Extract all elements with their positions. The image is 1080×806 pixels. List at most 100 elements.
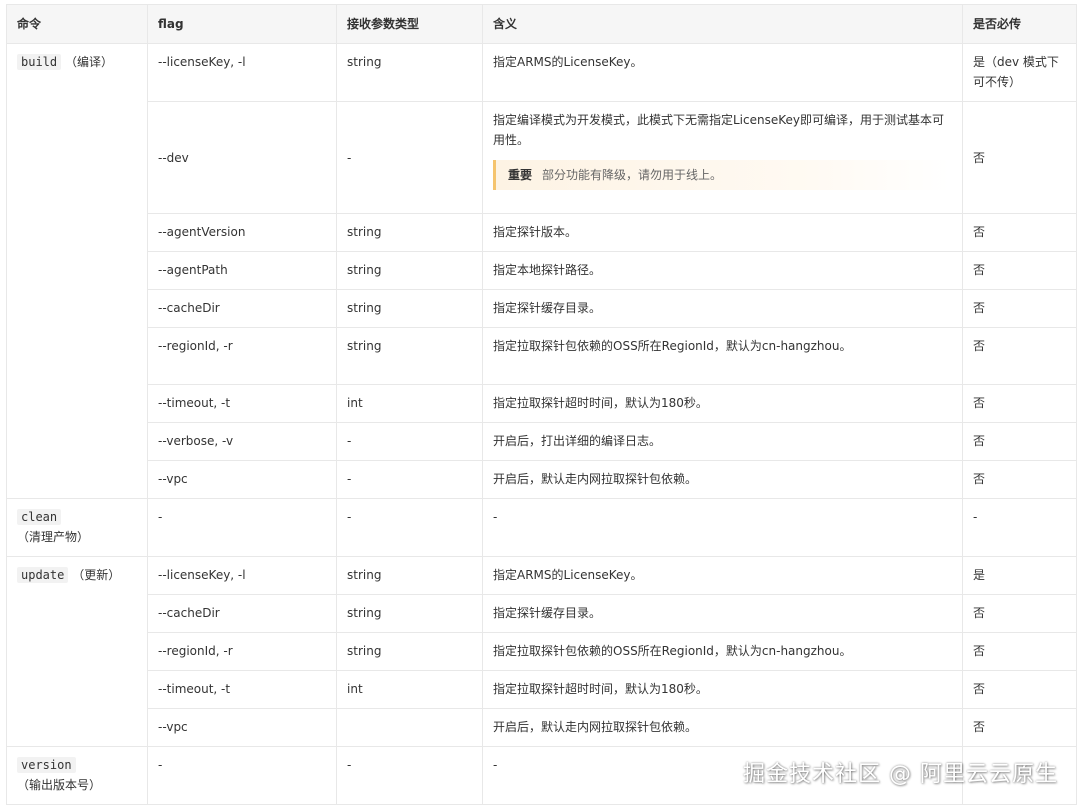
type-cell	[336, 708, 483, 747]
table-row: --agentVersion string 指定探针版本。 否	[7, 213, 1077, 252]
required-cell: 是（dev 模式下可不传）	[962, 43, 1077, 102]
command-desc: （更新）	[72, 568, 121, 582]
table-row: clean （清理产物） - - - -	[6, 498, 1077, 557]
meaning-cell: 开启后，默认走内网拉取探针包依赖。	[482, 708, 963, 747]
meaning-cell: 指定编译模式为开发模式，此模式下无需指定LicenseKey即可编译，用于测试基…	[482, 101, 963, 214]
flag-cell: -	[147, 498, 337, 557]
type-cell: int	[336, 670, 483, 709]
table-row: build （编译） --licenseKey, -l string 指定ARM…	[6, 43, 1077, 499]
flag-cell: --dev	[147, 101, 337, 214]
type-cell: int	[336, 384, 483, 423]
type-cell: -	[336, 101, 483, 214]
type-cell: string	[336, 213, 483, 252]
type-cell: -	[336, 746, 483, 805]
meaning-cell: -	[482, 498, 963, 557]
required-cell: 否	[962, 213, 1077, 252]
table-row: --vpc 开启后，默认走内网拉取探针包依赖。 否	[7, 708, 1077, 747]
command-code: clean	[17, 509, 62, 525]
flag-cell: --timeout, -t	[147, 670, 337, 709]
command-desc: （编译）	[64, 55, 113, 69]
required-cell: 否	[962, 422, 1077, 461]
required-cell: 否	[962, 670, 1077, 709]
table-row: --vpc - 开启后，默认走内网拉取探针包依赖。 否	[7, 460, 1077, 499]
type-cell: string	[336, 594, 483, 633]
meaning-cell: 指定拉取探针超时时间，默认为180秒。	[482, 384, 963, 423]
table-row: --regionId, -r string 指定拉取探针包依赖的OSS所在Reg…	[7, 327, 1077, 385]
command-code: update	[17, 567, 69, 583]
required-cell: 否	[962, 327, 1077, 385]
command-cell-version: version （输出版本号）	[6, 746, 148, 805]
table-row: --cacheDir string 指定探针缓存目录。 否	[7, 594, 1077, 633]
type-cell: string	[336, 251, 483, 290]
table-row: --timeout, -t int 指定拉取探针超时时间，默认为180秒。 否	[7, 670, 1077, 709]
meaning-cell: 开启后，默认走内网拉取探针包依赖。	[482, 460, 963, 499]
flag-cell: --verbose, -v	[147, 422, 337, 461]
type-cell: string	[336, 43, 483, 102]
flag-cell: --vpc	[147, 460, 337, 499]
command-cell-clean: clean （清理产物）	[6, 498, 148, 557]
type-cell: string	[336, 327, 483, 385]
required-cell: 否	[962, 384, 1077, 423]
command-cell-build: build （编译）	[6, 43, 148, 499]
required-cell: -	[962, 498, 1077, 557]
important-note: 重要 部分功能有降级，请勿用于线上。	[493, 160, 950, 190]
table-row: --verbose, -v - 开启后，打出详细的编译日志。 否	[7, 422, 1077, 461]
header-required: 是否必传	[962, 4, 1077, 44]
table-row: --cacheDir string 指定探针缓存目录。 否	[7, 289, 1077, 328]
command-cell-update: update （更新）	[6, 556, 148, 747]
required-cell: 否	[962, 460, 1077, 499]
watermark: 掘金技术社区 @ 阿里云云原生	[743, 762, 1058, 787]
flag-cell: --licenseKey, -l	[147, 556, 337, 595]
required-cell: 否	[962, 101, 1077, 214]
command-table: 命令 flag 接收参数类型 含义 是否必传 build （编译） --lice…	[6, 4, 1077, 805]
type-cell: string	[336, 556, 483, 595]
command-desc: （输出版本号）	[17, 778, 102, 792]
required-cell: 否	[962, 632, 1077, 671]
type-cell: -	[336, 498, 483, 557]
type-cell: -	[336, 460, 483, 499]
flag-cell: --timeout, -t	[147, 384, 337, 423]
table-row: --agentPath string 指定本地探针路径。 否	[7, 251, 1077, 290]
meaning-cell: 指定探针缓存目录。	[482, 594, 963, 633]
note-text: 部分功能有降级，请勿用于线上。	[542, 168, 723, 182]
table-row: --timeout, -t int 指定拉取探针超时时间，默认为180秒。 否	[7, 384, 1077, 423]
flag-cell: --cacheDir	[147, 289, 337, 328]
header-param-type: 接收参数类型	[336, 4, 483, 44]
note-label: 重要	[508, 168, 533, 182]
required-cell: 否	[962, 594, 1077, 633]
table-row: update （更新） --licenseKey, -l string 指定AR…	[6, 556, 1077, 747]
required-cell: 否	[962, 289, 1077, 328]
type-cell: -	[336, 422, 483, 461]
table-row: --dev - 指定编译模式为开发模式，此模式下无需指定LicenseKey即可…	[7, 101, 1077, 214]
meaning-cell: 指定探针版本。	[482, 213, 963, 252]
meaning-cell: 指定本地探针路径。	[482, 251, 963, 290]
table-header-row: 命令 flag 接收参数类型 含义 是否必传	[6, 4, 1077, 44]
flag-cell: --regionId, -r	[147, 327, 337, 385]
meaning-cell: 指定拉取探针包依赖的OSS所在RegionId，默认为cn-hangzhou。	[482, 327, 963, 385]
header-command: 命令	[6, 4, 148, 44]
meaning-cell: 指定探针缓存目录。	[482, 289, 963, 328]
command-desc: （清理产物）	[17, 530, 90, 544]
flag-cell: --cacheDir	[147, 594, 337, 633]
flag-cell: -	[147, 746, 337, 805]
required-cell: 否	[962, 708, 1077, 747]
flag-cell: --agentVersion	[147, 213, 337, 252]
flag-cell: --vpc	[147, 708, 337, 747]
meaning-cell: 开启后，打出详细的编译日志。	[482, 422, 963, 461]
header-flag: flag	[147, 4, 337, 44]
flag-cell: --regionId, -r	[147, 632, 337, 671]
meaning-cell: 指定拉取探针包依赖的OSS所在RegionId，默认为cn-hangzhou。	[482, 632, 963, 671]
header-meaning: 含义	[482, 4, 963, 44]
meaning-cell: 指定ARMS的LicenseKey。	[482, 556, 963, 595]
required-cell: 是	[962, 556, 1077, 595]
command-code: build	[17, 54, 62, 70]
required-cell: 否	[962, 251, 1077, 290]
command-code: version	[17, 757, 76, 773]
type-cell: string	[336, 632, 483, 671]
type-cell: string	[336, 289, 483, 328]
flag-cell: --agentPath	[147, 251, 337, 290]
meaning-cell: 指定ARMS的LicenseKey。	[482, 43, 963, 102]
meaning-cell: 指定拉取探针超时时间，默认为180秒。	[482, 670, 963, 709]
meaning-text: 指定编译模式为开发模式，此模式下无需指定LicenseKey即可编译，用于测试基…	[493, 113, 944, 147]
flag-cell: --licenseKey, -l	[147, 43, 337, 102]
